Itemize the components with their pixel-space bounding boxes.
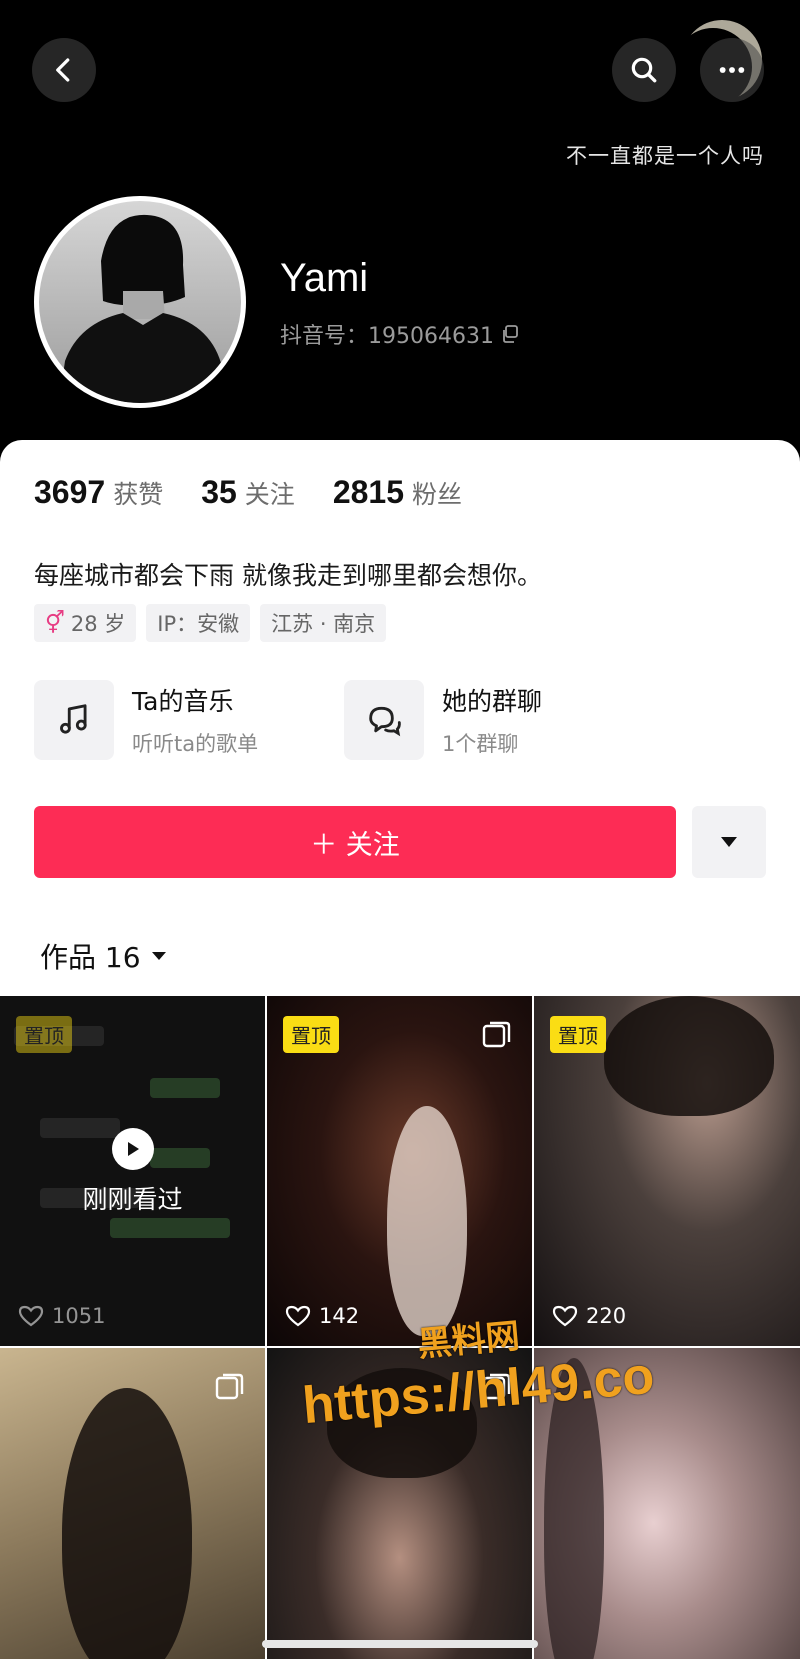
- avatar-silhouette: [59, 214, 227, 403]
- caret-down-icon: [721, 837, 737, 847]
- play-button[interactable]: [111, 1128, 154, 1170]
- back-icon: [56, 58, 70, 82]
- home-indicator[interactable]: [262, 1640, 538, 1648]
- header-quote: 不一直都是一个人吗: [566, 144, 764, 168]
- video-tile[interactable]: 置顶 220: [534, 996, 800, 1346]
- stat-value: 3697: [34, 474, 106, 510]
- stat-following[interactable]: 35 关注: [201, 474, 295, 511]
- age-text: 28 岁: [70, 612, 126, 636]
- group-subtitle: 1个群聊: [442, 732, 519, 756]
- back-button[interactable]: [32, 38, 96, 102]
- group-chat-entry[interactable]: 她的群聊 1个群聊: [344, 680, 542, 760]
- profile-card: 3697 获赞 35 关注 2815 粉丝 每座城市都会下雨 就像我走到哪里都会…: [0, 440, 800, 1659]
- like-count-text: 1051: [52, 1304, 106, 1328]
- avatar[interactable]: [34, 196, 246, 408]
- stat-value: 2815: [332, 474, 404, 510]
- chat-bubble: [110, 1218, 230, 1238]
- caret-down-icon: [151, 952, 166, 960]
- gender-icon: ⚥: [45, 610, 65, 636]
- recently-watched: 刚刚看过: [0, 1128, 265, 1216]
- copy-icon[interactable]: [500, 324, 520, 344]
- stats-row: 3697 获赞 35 关注 2815 粉丝: [34, 474, 500, 511]
- play-icon: [127, 1142, 139, 1156]
- figure-shape: [387, 1106, 467, 1336]
- works-tab-label: 作品 16: [40, 941, 141, 974]
- heart-icon: [18, 1305, 44, 1327]
- stat-label: 获赞: [113, 480, 164, 509]
- stat-likes[interactable]: 3697 获赞: [34, 474, 163, 511]
- age-tag: ⚥ 28 岁: [34, 604, 137, 642]
- music-icon-box: [34, 680, 114, 760]
- recently-watched-label: 刚刚看过: [82, 1185, 183, 1214]
- username: Yami: [280, 256, 369, 300]
- multi-image-icon: [215, 1373, 244, 1400]
- heart-icon: [285, 1305, 311, 1327]
- group-title: 她的群聊: [442, 687, 543, 716]
- more-button[interactable]: [700, 38, 764, 102]
- douyin-id[interactable]: 抖音号：195064631: [280, 318, 520, 350]
- stat-label: 关注: [244, 480, 295, 509]
- stat-followers[interactable]: 2815 粉丝: [333, 474, 462, 511]
- music-note-icon: [60, 704, 87, 734]
- ip-tag: IP：安徽: [146, 604, 251, 642]
- pinned-badge: 置顶: [550, 1016, 606, 1053]
- figure-shape: [62, 1388, 192, 1659]
- tab-works[interactable]: 作品 16: [40, 936, 167, 976]
- chat-bubble: [150, 1078, 220, 1098]
- bio-text: 每座城市都会下雨 就像我走到哪里都会想你。: [34, 561, 542, 590]
- stat-label: 粉丝: [412, 480, 463, 509]
- video-tile[interactable]: 置顶 刚刚看过 1051: [0, 996, 265, 1346]
- like-count: 1051: [18, 1304, 105, 1328]
- follow-button[interactable]: ＋ 关注: [34, 806, 676, 878]
- pinned-badge: 置顶: [283, 1016, 339, 1053]
- profile-header: 不一直都是一个人吗 Yami 抖音号：195064631: [0, 0, 800, 460]
- hair-shape: [604, 996, 774, 1116]
- group-icon-box: [344, 680, 424, 760]
- search-icon: [631, 57, 657, 83]
- pinned-badge: 置顶: [16, 1016, 72, 1053]
- multi-image-icon: [482, 1021, 511, 1048]
- douyin-id-text: 抖音号：195064631: [280, 324, 494, 349]
- stat-value: 35: [201, 474, 237, 510]
- video-tile[interactable]: 置顶 142: [267, 996, 532, 1346]
- video-tile[interactable]: [0, 1348, 265, 1659]
- follow-options-button[interactable]: [692, 806, 766, 878]
- music-entry[interactable]: Ta的音乐 听听ta的歌单: [34, 680, 258, 760]
- music-subtitle: 听听ta的歌单: [132, 732, 259, 756]
- location-tag: 江苏 · 南京: [260, 604, 387, 642]
- music-title: Ta的音乐: [132, 687, 234, 716]
- profile-tags: ⚥ 28 岁 IP：安徽 江苏 · 南京: [34, 604, 387, 642]
- chat-group-icon: [369, 706, 401, 737]
- search-button[interactable]: [612, 38, 676, 102]
- more-icon: [719, 67, 745, 73]
